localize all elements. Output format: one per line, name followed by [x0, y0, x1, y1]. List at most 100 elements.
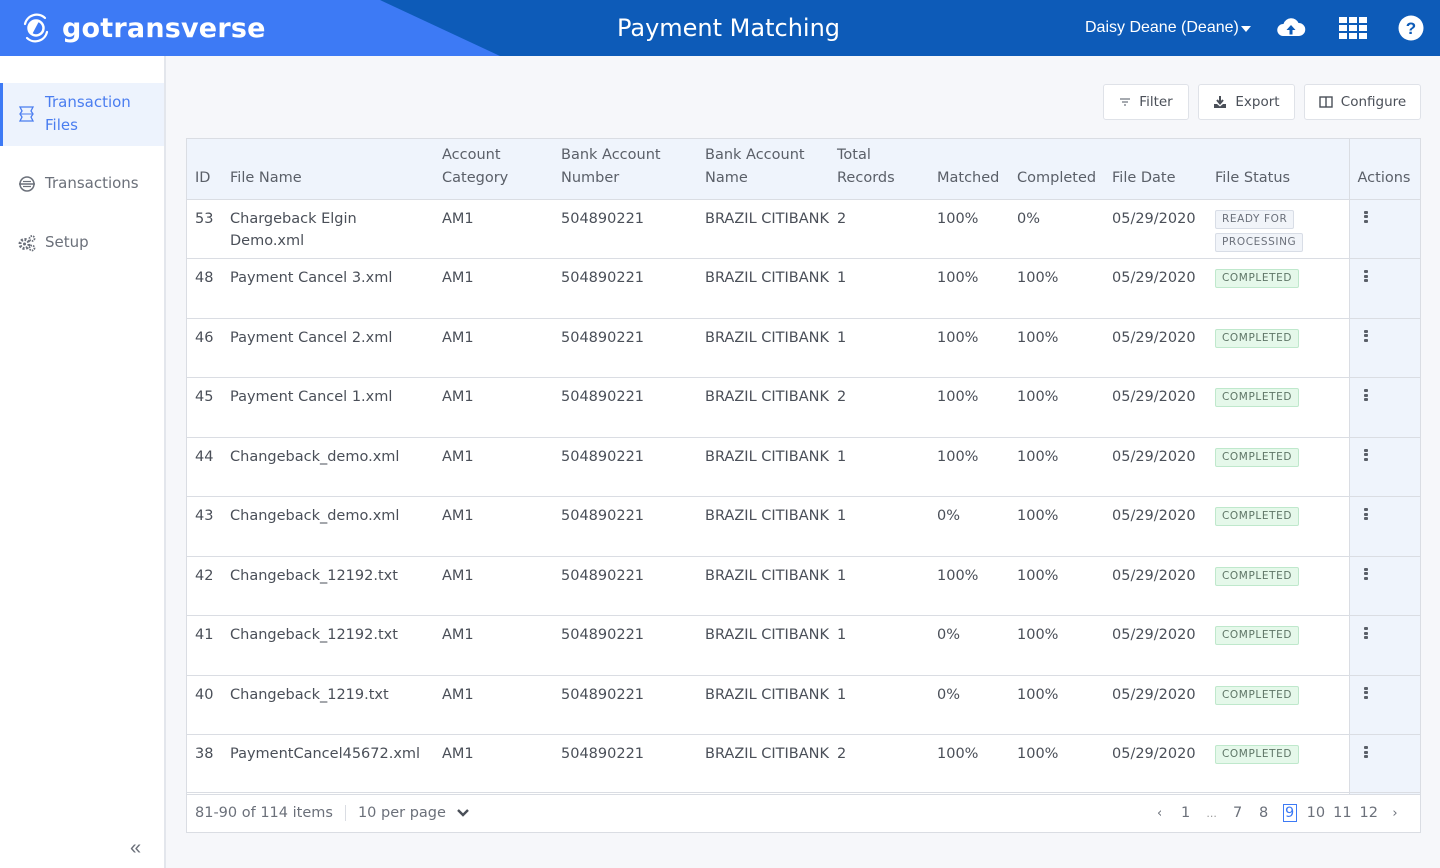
cell-matched: 100% — [929, 318, 1009, 378]
prev-page-button[interactable]: ‹ — [1147, 806, 1173, 821]
column-header-file-date[interactable]: File Date — [1104, 139, 1207, 200]
table-row[interactable]: 42 Changeback_12192.txt AM1 504890221 BRAZIL… — [187, 556, 1420, 616]
cell-total-records: 1 — [829, 556, 929, 616]
cell-bank-account-name: BRAZIL CITIBANK — [697, 734, 829, 795]
user-name: Daisy Deane (Deane) — [1085, 19, 1239, 36]
kebab-menu-icon[interactable] — [1363, 329, 1368, 344]
chevron-down-icon — [457, 808, 469, 817]
cell-bank-account-name: BRAZIL CITIBANK — [697, 377, 829, 438]
cell-completed: 100% — [1009, 377, 1104, 438]
export-button[interactable]: Export — [1198, 84, 1295, 120]
column-header-bank-account-number[interactable]: Bank Account Number — [553, 139, 697, 200]
kebab-menu-icon[interactable] — [1363, 746, 1368, 760]
table-row[interactable]: 40 Changeback_1219.txt AM1 504890221 BRAZIL … — [187, 675, 1420, 735]
column-header-completed[interactable]: Completed — [1009, 139, 1104, 200]
collapse-sidebar-button[interactable]: « — [130, 837, 141, 860]
table-row[interactable]: 38 PaymentCancel45672.xml AM1 504890221 BRAZ… — [187, 734, 1420, 795]
cell-file-status: COMPLETED — [1207, 496, 1349, 557]
cell-bank-account-number: 504890221 — [553, 675, 697, 735]
cell-bank-account-name: BRAZIL CITIBANK — [697, 199, 829, 259]
cell-matched: 100% — [929, 734, 1009, 795]
cell-id: 53 — [187, 199, 222, 259]
cell-file-date: 05/29/2020 — [1104, 377, 1207, 438]
status-badge-text: COMPLETED — [1215, 388, 1300, 407]
cell-file-status: COMPLETED — [1207, 675, 1349, 735]
cell-matched: 100% — [929, 199, 1009, 259]
cell-actions — [1348, 199, 1420, 259]
kebab-menu-icon[interactable] — [1363, 210, 1368, 225]
column-header-total-records[interactable]: Total Records — [829, 139, 929, 200]
table-row[interactable]: 53 Chargeback Elgin Demo.xml AM1 504890221 B… — [187, 199, 1420, 259]
cell-file-status: COMPLETED — [1207, 556, 1349, 616]
cell-file-date: 05/29/2020 — [1104, 199, 1207, 259]
status-badge: COMPLETED — [1215, 507, 1349, 526]
column-header-matched[interactable]: Matched — [929, 139, 1009, 200]
cell-actions — [1348, 318, 1420, 378]
kebab-menu-icon[interactable] — [1363, 508, 1368, 522]
page-button-9[interactable]: 9 — [1282, 804, 1297, 822]
sidebar-item-transaction-files[interactable]: Transaction Files — [0, 83, 164, 146]
cell-id: 41 — [187, 615, 222, 676]
cell-account-category: AM1 — [434, 199, 553, 259]
cell-total-records: 1 — [829, 258, 929, 319]
configure-button[interactable]: Configure — [1304, 84, 1421, 120]
column-header-file-status[interactable]: File Status — [1207, 139, 1349, 200]
filter-icon — [1120, 98, 1131, 106]
kebab-menu-icon[interactable] — [1363, 448, 1368, 463]
kebab-menu-icon[interactable] — [1363, 389, 1368, 403]
page-button-12[interactable]: 12 — [1356, 805, 1382, 821]
page-button-11[interactable]: 11 — [1329, 805, 1355, 821]
cell-completed: 100% — [1009, 318, 1104, 378]
cloud-upload-icon[interactable] — [1276, 14, 1306, 42]
kebab-menu-icon[interactable] — [1363, 686, 1368, 701]
table-row[interactable]: 45 Payment Cancel 1.xml AM1 504890221 BRAZIL… — [187, 377, 1420, 438]
page-size-dropdown[interactable]: 10 per page — [358, 805, 470, 821]
user-menu-dropdown[interactable]: Daisy Deane (Deane) — [1085, 19, 1251, 37]
cell-file-status: COMPLETED — [1207, 615, 1349, 676]
cell-file-status: COMPLETED — [1207, 318, 1349, 378]
status-badge-text: COMPLETED — [1215, 745, 1300, 764]
column-header-bank-account-name[interactable]: Bank Account Name — [697, 139, 829, 200]
help-icon[interactable]: ? — [1397, 14, 1427, 42]
cell-total-records: 1 — [829, 437, 929, 497]
cell-bank-account-name: BRAZIL CITIBANK — [697, 675, 829, 735]
apps-grid-icon[interactable] — [1338, 14, 1368, 42]
sidebar-item-transactions[interactable]: Transactions — [0, 169, 164, 199]
configure-label: Configure — [1340, 94, 1407, 110]
cell-file-name: Chargeback Elgin Demo.xml — [222, 199, 434, 259]
cell-completed: 100% — [1009, 675, 1104, 735]
kebab-menu-icon[interactable] — [1363, 270, 1368, 284]
table-row[interactable]: 46 Payment Cancel 2.xml AM1 504890221 BRAZIL… — [187, 318, 1420, 378]
status-badge: COMPLETED — [1215, 328, 1349, 348]
cell-account-category: AM1 — [434, 437, 553, 497]
sidebar-item-label: Transaction Files — [45, 93, 131, 134]
cell-completed: 100% — [1009, 437, 1104, 497]
cell-completed: 100% — [1009, 258, 1104, 319]
pagination: ‹ 1... 7 8 9 10 11 12 › — [1147, 793, 1408, 833]
filter-button[interactable]: Filter — [1103, 84, 1189, 120]
column-header-id[interactable]: ID — [187, 139, 222, 200]
cell-file-status: COMPLETED — [1207, 734, 1349, 795]
cell-file-date: 05/29/2020 — [1104, 496, 1207, 557]
cell-account-category: AM1 — [434, 615, 553, 676]
cell-file-name: PaymentCancel45672.xml — [222, 734, 434, 795]
table-row[interactable]: 41 Changeback_12192.txt AM1 504890221 BRAZIL… — [187, 615, 1420, 676]
column-header-account-category[interactable]: Account Category — [434, 139, 553, 200]
table-row[interactable]: 44 Changeback_demo.xml AM1 504890221 BRAZIL … — [187, 437, 1420, 497]
status-badge: COMPLETED — [1215, 269, 1349, 288]
kebab-menu-icon[interactable] — [1363, 627, 1368, 641]
kebab-menu-icon[interactable] — [1363, 567, 1368, 582]
table-row[interactable]: 48 Payment Cancel 3.xml AM1 504890221 BRAZIL… — [187, 258, 1420, 319]
table-row[interactable]: 43 Changeback_demo.xml AM1 504890221 BRAZIL … — [187, 496, 1420, 557]
cell-file-date: 05/29/2020 — [1104, 556, 1207, 616]
table-header-row: ID File Name Account Category Bank Accou… — [187, 139, 1420, 200]
sidebar-item-setup[interactable]: Setup — [0, 228, 164, 258]
next-page-button[interactable]: › — [1382, 806, 1408, 821]
column-header-file-name[interactable]: File Name — [222, 139, 434, 200]
page-ellipsis: ... — [1206, 806, 1217, 820]
page-button-8[interactable]: 8 — [1251, 805, 1277, 821]
page-button-7[interactable]: 7 — [1225, 805, 1251, 821]
page-button-10[interactable]: 10 — [1303, 805, 1329, 821]
page-button-1[interactable]: 1 — [1173, 805, 1199, 821]
cell-actions — [1348, 675, 1420, 735]
